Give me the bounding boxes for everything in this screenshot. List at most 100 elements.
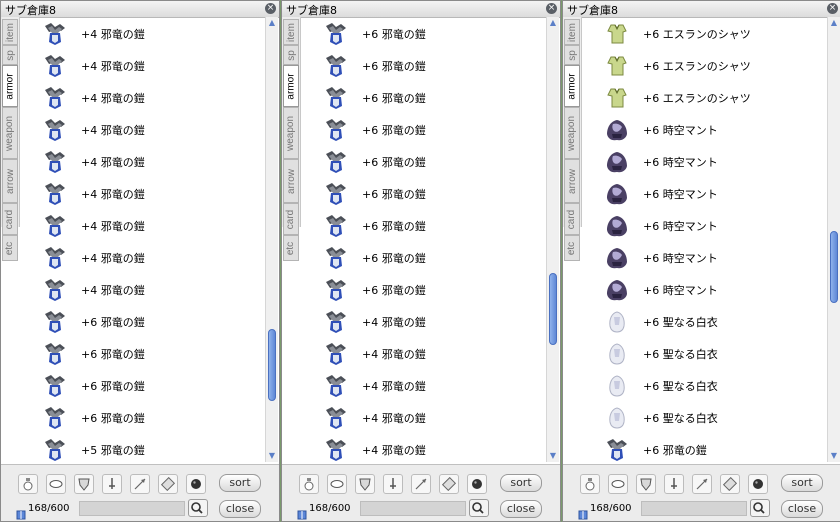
list-item[interactable]: +6 邪竜の鎧 xyxy=(300,209,548,241)
scroll-thumb[interactable] xyxy=(830,231,838,303)
list-item[interactable]: +6 邪竜の鎧 xyxy=(300,241,548,273)
scroll-thumb[interactable] xyxy=(549,273,557,345)
list-item[interactable]: +4 邪竜の鎧 xyxy=(300,305,548,337)
filter-potion-button[interactable] xyxy=(580,474,600,494)
search-input[interactable] xyxy=(360,501,466,516)
list-item[interactable]: +6 時空マント xyxy=(581,273,829,305)
close-icon[interactable]: × xyxy=(546,3,557,14)
tab-arrow[interactable]: arrow xyxy=(564,159,580,203)
scroll-down-icon[interactable]: ▼ xyxy=(547,450,559,462)
list-item[interactable]: +6 エスランのシャツ xyxy=(581,17,829,49)
filter-sword-button[interactable] xyxy=(102,474,122,494)
filter-arrow-button[interactable] xyxy=(130,474,150,494)
list-item[interactable]: +4 邪竜の鎧 xyxy=(19,177,267,209)
list-item[interactable]: +6 邪竜の鎧 xyxy=(300,273,548,305)
tab-arrow[interactable]: arrow xyxy=(283,159,299,203)
search-button[interactable] xyxy=(750,499,770,517)
close-icon[interactable]: × xyxy=(265,3,276,14)
filter-sword-button[interactable] xyxy=(664,474,684,494)
filter-potion-button[interactable] xyxy=(18,474,38,494)
list-item[interactable]: +6 聖なる白衣 xyxy=(581,305,829,337)
list-item[interactable]: +4 邪竜の鎧 xyxy=(19,113,267,145)
close-button[interactable]: close xyxy=(781,500,823,518)
list-item[interactable]: +6 邪竜の鎧 xyxy=(300,17,548,49)
filter-oval-button[interactable] xyxy=(327,474,347,494)
list-item[interactable]: +4 邪竜の鎧 xyxy=(19,49,267,81)
filter-shield-button[interactable] xyxy=(74,474,94,494)
tab-arrow[interactable]: arrow xyxy=(2,159,18,203)
scroll-down-icon[interactable]: ▼ xyxy=(266,450,278,462)
scrollbar[interactable]: ▲ ▼ xyxy=(265,17,278,462)
list-item[interactable]: +4 邪竜の鎧 xyxy=(300,401,548,433)
sort-button[interactable]: sort xyxy=(781,474,823,492)
close-icon[interactable]: × xyxy=(827,3,838,14)
list-item[interactable]: +6 邪竜の鎧 xyxy=(19,337,267,369)
list-item[interactable]: +4 邪竜の鎧 xyxy=(19,145,267,177)
search-input[interactable] xyxy=(79,501,185,516)
tab-armor[interactable]: armor xyxy=(2,65,18,107)
list-item[interactable]: +6 邪竜の鎧 xyxy=(300,49,548,81)
tab-weapon[interactable]: weapon xyxy=(283,107,299,159)
filter-shield-button[interactable] xyxy=(355,474,375,494)
sort-button[interactable]: sort xyxy=(500,474,542,492)
tab-item[interactable]: item xyxy=(2,19,18,45)
search-button[interactable] xyxy=(469,499,489,517)
filter-oval-button[interactable] xyxy=(46,474,66,494)
scrollbar[interactable]: ▲ ▼ xyxy=(827,17,840,462)
list-item[interactable]: +4 邪竜の鎧 xyxy=(300,433,548,464)
search-button[interactable] xyxy=(188,499,208,517)
tab-etc[interactable]: etc xyxy=(283,235,299,261)
filter-sword-button[interactable] xyxy=(383,474,403,494)
filter-shield-button[interactable] xyxy=(636,474,656,494)
list-item[interactable]: +6 時空マント xyxy=(581,177,829,209)
list-item[interactable]: +6 時空マント xyxy=(581,241,829,273)
filter-card-button[interactable] xyxy=(439,474,459,494)
tab-item[interactable]: item xyxy=(564,19,580,45)
list-item[interactable]: +6 邪竜の鎧 xyxy=(300,145,548,177)
list-item[interactable]: +6 邪竜の鎧 xyxy=(19,305,267,337)
tab-card[interactable]: card xyxy=(2,203,18,235)
list-item[interactable]: +6 時空マント xyxy=(581,113,829,145)
scroll-up-icon[interactable]: ▲ xyxy=(266,17,278,29)
list-item[interactable]: +6 時空マント xyxy=(581,145,829,177)
list-item[interactable]: +6 邪竜の鎧 xyxy=(19,401,267,433)
list-item[interactable]: +6 時空マント xyxy=(581,209,829,241)
list-item[interactable]: +4 邪竜の鎧 xyxy=(19,241,267,273)
filter-card-button[interactable] xyxy=(720,474,740,494)
scroll-thumb[interactable] xyxy=(268,329,276,401)
list-item[interactable]: +6 エスランのシャツ xyxy=(581,49,829,81)
tab-armor[interactable]: armor xyxy=(564,65,580,107)
list-item[interactable]: +4 邪竜の鎧 xyxy=(300,337,548,369)
list-item[interactable]: +4 邪竜の鎧 xyxy=(300,369,548,401)
search-input[interactable] xyxy=(641,501,747,516)
list-item[interactable]: +6 邪竜の鎧 xyxy=(19,369,267,401)
tab-armor[interactable]: armor xyxy=(283,65,299,107)
list-item[interactable]: +6 エスランのシャツ xyxy=(581,81,829,113)
list-item[interactable]: +4 邪竜の鎧 xyxy=(19,17,267,49)
close-button[interactable]: close xyxy=(500,500,542,518)
list-item[interactable]: +4 邪竜の鎧 xyxy=(19,273,267,305)
scrollbar[interactable]: ▲ ▼ xyxy=(546,17,559,462)
list-item[interactable]: +4 邪竜の鎧 xyxy=(19,81,267,113)
list-item[interactable]: +6 邪竜の鎧 xyxy=(581,433,829,464)
close-button[interactable]: close xyxy=(219,500,261,518)
scroll-down-icon[interactable]: ▼ xyxy=(828,450,840,462)
tab-weapon[interactable]: weapon xyxy=(2,107,18,159)
scroll-up-icon[interactable]: ▲ xyxy=(828,17,840,29)
tab-sp[interactable]: sp xyxy=(564,45,580,65)
tab-card[interactable]: card xyxy=(283,203,299,235)
list-item[interactable]: +6 邪竜の鎧 xyxy=(300,177,548,209)
filter-bomb-button[interactable] xyxy=(467,474,487,494)
list-item[interactable]: +6 聖なる白衣 xyxy=(581,369,829,401)
list-item[interactable]: +4 邪竜の鎧 xyxy=(19,209,267,241)
scroll-up-icon[interactable]: ▲ xyxy=(547,17,559,29)
list-item[interactable]: +5 邪竜の鎧 xyxy=(19,433,267,464)
filter-bomb-button[interactable] xyxy=(748,474,768,494)
list-item[interactable]: +6 聖なる白衣 xyxy=(581,401,829,433)
filter-potion-button[interactable] xyxy=(299,474,319,494)
tab-etc[interactable]: etc xyxy=(564,235,580,261)
tab-sp[interactable]: sp xyxy=(283,45,299,65)
tab-card[interactable]: card xyxy=(564,203,580,235)
filter-oval-button[interactable] xyxy=(608,474,628,494)
sort-button[interactable]: sort xyxy=(219,474,261,492)
